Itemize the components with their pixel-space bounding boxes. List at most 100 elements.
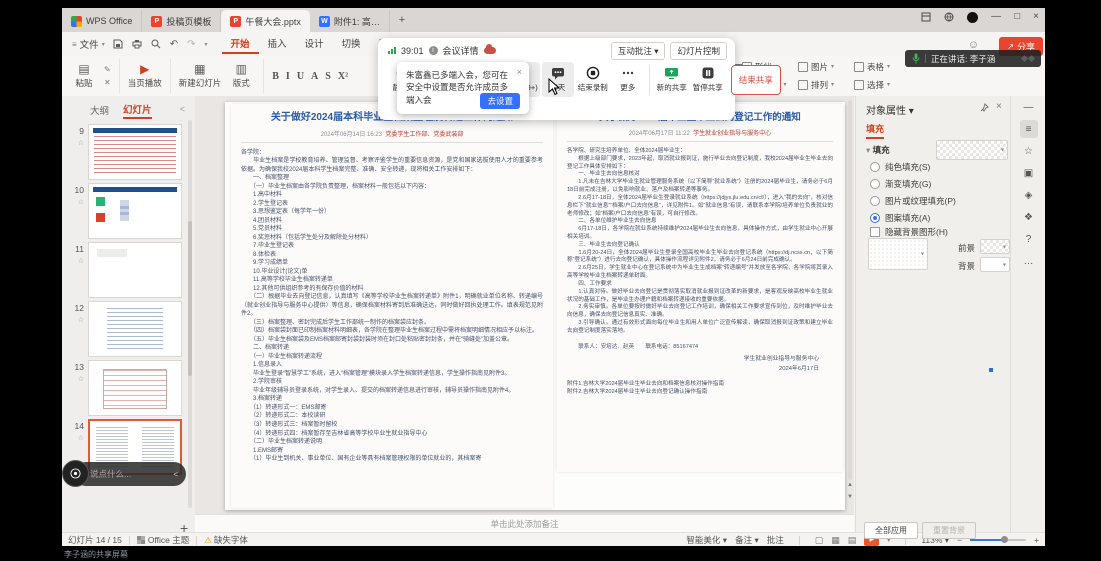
fill-option-radio[interactable]: 渐变填充(G) [870, 175, 956, 192]
normal-view-icon[interactable]: ▢ [815, 535, 824, 546]
font-format-button[interactable]: X² [338, 71, 348, 82]
skin-icon[interactable] [944, 12, 954, 22]
document-tab[interactable]: 投稿页模板 [142, 10, 221, 32]
slide-thumbnail-item[interactable]: 9 ☆ [62, 124, 186, 181]
collapse-danmaku-icon[interactable]: < [173, 470, 178, 479]
object-properties-icon[interactable]: ≡ [1020, 120, 1038, 138]
sorter-view-icon[interactable]: ▦ [831, 535, 840, 546]
pattern-preview-dropdown[interactable] [868, 238, 928, 270]
theme-label[interactable]: Office 主题 [148, 534, 189, 546]
new-tab-button[interactable]: + [394, 13, 410, 29]
insert-tool-button[interactable]: 排列 [798, 76, 850, 93]
file-menu[interactable]: ≡ 文件 ▾ [62, 37, 113, 51]
ribbon-tab[interactable]: 切换 [333, 34, 370, 54]
paste-button[interactable]: ▤ 粘贴 [70, 63, 98, 89]
insert-tool-button[interactable]: 表格 [854, 58, 906, 75]
zoom-slider[interactable] [970, 539, 1026, 541]
insert-tool-button[interactable]: 选择 [854, 76, 906, 93]
document-tab[interactable]: WPS Office [62, 10, 142, 32]
fill-option-radio[interactable]: 纯色填充(S) [870, 158, 956, 175]
tab-outline[interactable]: 大纲 [90, 103, 109, 117]
collapse-sidebar-button[interactable]: < [180, 104, 185, 114]
comments-toggle[interactable]: 批注 [767, 534, 784, 546]
fill-option-radio[interactable]: 图片或纹理填充(P) [870, 192, 956, 209]
panel-title[interactable]: 对象属性 ▾ [866, 102, 914, 117]
more-button[interactable]: 更多 [612, 62, 644, 97]
zoom-in-button[interactable]: + [1034, 535, 1039, 545]
font-format-button[interactable]: B [272, 71, 279, 82]
document-tab[interactable]: 附件1: 高… [310, 10, 390, 32]
slide-thumbnail-item[interactable]: 13 ☆ [62, 360, 186, 417]
meeting-details-link[interactable]: 会议详情 [443, 44, 479, 57]
fill-tab[interactable]: 填充 [866, 122, 884, 139]
go-settings-button[interactable]: 去设置 [480, 93, 520, 109]
selection-handle[interactable] [989, 368, 993, 372]
current-slide[interactable]: 关于做好2024届本科毕业生档案整理及转递工作的通知 2024年06月14日 1… [225, 102, 845, 510]
cut-icon[interactable]: ✕ [104, 78, 111, 87]
notes-bar[interactable]: 单击此处添加备注 [195, 514, 854, 533]
new-share-button[interactable]: 新的共享 [655, 62, 689, 97]
selection-pane-icon[interactable]: ▣ [1020, 164, 1038, 182]
notification-close-icon[interactable]: × [517, 67, 522, 77]
more-tools-icon[interactable]: … [1020, 252, 1038, 270]
ribbon-tab[interactable]: 插入 [259, 34, 296, 54]
preview-icon[interactable] [151, 39, 161, 49]
apply-all-button[interactable]: 全部应用 [864, 522, 918, 539]
background-color-dropdown[interactable] [980, 257, 1010, 272]
slide-thumbnail-item[interactable]: 12 ☆ [62, 301, 186, 358]
new-slide-button[interactable]: ▦ 新建幻灯片 [179, 63, 222, 89]
slide-thumbnail[interactable] [88, 124, 182, 180]
end-share-button[interactable]: 结束共享 [731, 65, 781, 95]
reading-view-icon[interactable]: ▤ [848, 535, 857, 546]
fill-option-radio[interactable]: 图案填充(A) [870, 209, 956, 226]
participant-avatar-bubble[interactable] [62, 460, 89, 487]
format-painter-icon[interactable]: ✎ [104, 65, 111, 74]
slide-thumbnail-item[interactable]: 11 ☆ [62, 242, 186, 299]
undo-icon[interactable]: ↶ [170, 39, 178, 50]
missing-font-warning[interactable]: 缺失字体 [214, 534, 248, 546]
layout-icon[interactable] [921, 12, 931, 22]
slide-thumbnail-item[interactable]: 10 ☆ [62, 183, 186, 240]
cloud-record-icon[interactable] [484, 47, 496, 54]
hide-background-checkbox[interactable]: 隐藏背景图形(H) [870, 226, 948, 238]
reset-background-button[interactable]: 重置背景 [922, 522, 976, 539]
font-format-button[interactable]: U [297, 71, 304, 82]
notes-toggle[interactable]: 备注 ▾ [735, 534, 759, 546]
slide-thumbnail[interactable] [88, 360, 182, 416]
foreground-color-dropdown[interactable] [980, 239, 1010, 254]
stop-record-button[interactable]: 结束录制 [576, 62, 610, 97]
save-icon[interactable] [113, 39, 123, 49]
close-button[interactable]: × [1033, 11, 1039, 23]
design-tools-icon[interactable]: ◈ [1020, 186, 1038, 204]
slide-thumbnail[interactable] [88, 242, 182, 298]
redo-icon[interactable]: ↷ [187, 39, 195, 50]
slide-control-button[interactable]: 幻灯片控制 [670, 42, 727, 60]
print-icon[interactable] [132, 39, 142, 49]
resource-icon[interactable]: ❖ [1020, 208, 1038, 226]
slide-thumbnail[interactable] [88, 183, 182, 239]
close-panel-icon[interactable]: × [996, 101, 1002, 112]
help-icon[interactable]: ? [1020, 230, 1038, 248]
fill-section-header[interactable]: 填充 [866, 144, 890, 156]
slide-thumbnail[interactable] [88, 301, 182, 357]
font-format-button[interactable]: I [286, 71, 290, 82]
maximize-button[interactable]: □ [1014, 11, 1020, 23]
pause-share-button[interactable]: 暂停共享 [691, 62, 725, 97]
font-format-button[interactable]: S [325, 71, 331, 82]
interactive-annotation-button[interactable]: 互动批注 ▾ [611, 42, 666, 60]
ribbon-tab[interactable]: 开始 [222, 34, 259, 54]
insert-tool-button[interactable]: 图片 [798, 58, 850, 75]
layout-button[interactable]: ▥ 版式 [227, 63, 255, 89]
ribbon-tab[interactable]: 设计 [296, 34, 333, 54]
sidebar-scrollbar[interactable] [188, 120, 192, 508]
danmaku-input-pill[interactable]: 说点什么... < [74, 462, 186, 486]
collapse-panel-icon[interactable]: — [1020, 98, 1038, 116]
font-format-button[interactable]: A [311, 71, 318, 82]
effects-icon[interactable]: ☆ [1020, 142, 1038, 160]
play-from-current-button[interactable]: ▶ 当页播放 [128, 63, 162, 89]
slide-canvas[interactable]: 关于做好2024届本科毕业生档案整理及转递工作的通知 2024年06月14日 1… [195, 96, 854, 514]
scroll-up-icon[interactable]: ▲ [847, 482, 853, 488]
document-tab[interactable]: 午餐大会.pptx [221, 10, 310, 32]
minimize-button[interactable]: — [991, 11, 1001, 23]
pin-icon[interactable] [980, 103, 989, 112]
